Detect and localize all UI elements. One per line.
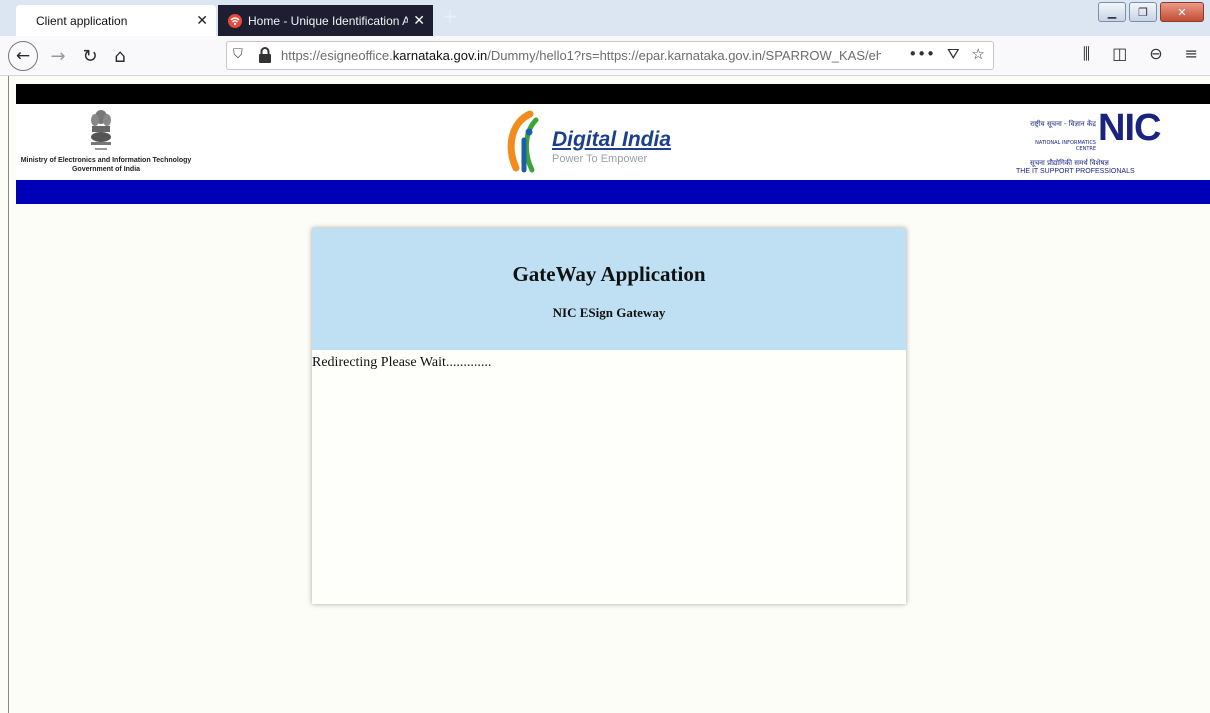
gateway-panel-header: GateWay Application NIC ESign Gateway — [312, 228, 906, 350]
nic-tagline: THE IT SUPPORT PROFESSIONALS — [1016, 168, 1135, 175]
account-icon[interactable]: ⊖ — [1149, 44, 1162, 64]
bookmark-star-icon[interactable]: ☆ — [972, 45, 985, 63]
minimize-button[interactable]: ▁ — [1098, 2, 1126, 22]
close-icon[interactable]: ✕ — [413, 12, 425, 29]
nic-hindi-bottom: सूचना प्रौद्योगिकी समर्थ विशेषज्ञ — [1030, 159, 1109, 167]
toolbar-right: ⫼ ◫ ⊖ ≡ — [1083, 44, 1198, 64]
tab-home-uidai[interactable]: Home - Unique Identification A ✕ — [218, 5, 433, 36]
tab-title: Home - Unique Identification A — [248, 13, 408, 28]
restore-button[interactable]: ❐ — [1129, 2, 1157, 22]
tab-client-application[interactable]: Client application ✕ — [16, 5, 216, 36]
menu-icon[interactable]: ≡ — [1185, 44, 1198, 64]
forward-button[interactable]: → — [44, 42, 72, 70]
nic-hindi-top: राष्ट्रीय सूचना - विज्ञान केंद्र — [1030, 120, 1096, 128]
reload-button[interactable]: ↻ — [76, 42, 104, 70]
sidebar-icon[interactable]: ◫ — [1112, 44, 1127, 64]
url-text[interactable]: https://esigneoffice.karnataka.gov.in/Du… — [281, 48, 881, 63]
url-domain: karnataka.gov.in — [392, 48, 488, 63]
page-content: Ministry of Electronics and Information … — [16, 76, 1210, 713]
meity-logo: Ministry of Electronics and Information … — [16, 104, 216, 180]
url-bar[interactable]: ⛉ https://esigneoffice.karnataka.gov.in/… — [226, 41, 994, 70]
new-tab-button[interactable]: + — [440, 6, 460, 28]
digital-india-title: Digital India — [552, 128, 672, 151]
navigation-toolbar: ← → ↻ ⌂ ⛉ https://esigneoffice.karnataka… — [0, 36, 1210, 76]
more-icon[interactable]: ••• — [908, 45, 935, 63]
url-actions: ••• ⛛ ☆ — [908, 45, 985, 63]
url-prefix: https://esigneoffice. — [281, 48, 393, 63]
gateway-title: GateWay Application — [512, 262, 706, 286]
gateway-panel: GateWay Application NIC ESign Gateway Re… — [312, 228, 906, 604]
gateway-subtitle: NIC ESign Gateway — [552, 305, 666, 320]
close-icon[interactable]: ✕ — [196, 12, 208, 29]
redirect-message: Redirecting Please Wait............. — [312, 355, 492, 370]
home-button[interactable]: ⌂ — [106, 42, 134, 70]
window-controls: ▁ ❐ ✕ — [1098, 2, 1204, 22]
shield-icon[interactable]: ⛉ — [233, 47, 243, 62]
government-of-india: Government of India — [71, 166, 141, 173]
national-emblem-icon — [91, 110, 111, 150]
back-button[interactable]: ← — [8, 41, 38, 71]
site-header: Ministry of Electronics and Information … — [16, 104, 1210, 180]
nic-english-name: NATIONAL INFORMATICS CENTRE — [1035, 140, 1096, 152]
pocket-icon[interactable]: ⛛ — [947, 45, 960, 63]
top-black-band — [16, 84, 1210, 104]
close-window-button[interactable]: ✕ — [1160, 2, 1204, 22]
browser-window: Client application ✕ Home - Unique Ident… — [0, 0, 1210, 713]
lock-icon[interactable] — [257, 46, 273, 64]
nic-letters: NIC — [1098, 107, 1161, 149]
meity-name: Ministry of Electronics and Information … — [20, 157, 192, 164]
tab-strip: Client application ✕ Home - Unique Ident… — [0, 0, 1210, 36]
wifi-icon — [228, 13, 242, 28]
window-left-border — [8, 76, 9, 713]
header-blue-band — [16, 180, 1210, 204]
nic-logo: राष्ट्रीय सूचना - विज्ञान केंद्र NATIONA… — [1016, 104, 1176, 180]
url-suffix: /Dummy/hello1?rs=https://epar.karnataka.… — [487, 48, 881, 63]
digital-india-tagline: Power To Empower — [552, 153, 648, 165]
tab-title: Client application — [36, 13, 128, 28]
library-icon[interactable]: ⫼ — [1083, 44, 1090, 64]
